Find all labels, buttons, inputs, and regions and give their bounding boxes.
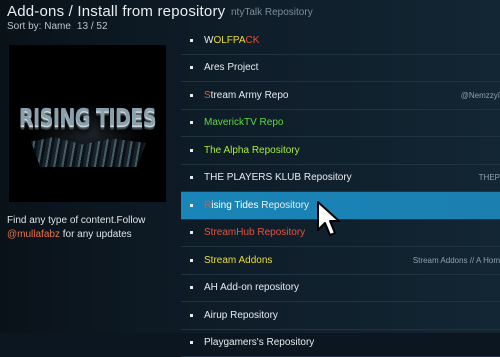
list-item-label: WOLFPACK xyxy=(204,35,259,46)
list-item-label: Stream Addons xyxy=(204,255,272,266)
list-item-ah-addon[interactable]: AH Add-on repository xyxy=(181,275,500,303)
list-item-label: THE PLAYERS KLUB Repository xyxy=(204,172,352,183)
author-handle: @mullafabz xyxy=(7,229,60,240)
bullet-icon xyxy=(190,259,193,262)
sort-label[interactable]: Sort by: Name xyxy=(7,21,71,32)
bullet-icon xyxy=(190,94,193,97)
list-item-label: MaverickTV Repo xyxy=(204,117,283,128)
description-line2: for any updates xyxy=(60,229,132,240)
list-item-label: Ares Project xyxy=(204,62,258,73)
bullet-icon xyxy=(190,121,193,124)
bullet-icon xyxy=(190,286,193,289)
description-line1: Find any type of content.Follow xyxy=(7,215,145,226)
list-item-playgamers[interactable]: Playgamers's Repository xyxy=(181,330,500,357)
list-item-extra: @Nemzzyï xyxy=(461,91,500,100)
list-item-ares-project[interactable]: Ares Project xyxy=(181,55,500,83)
bullet-icon xyxy=(190,66,193,69)
bullet-icon xyxy=(190,341,193,344)
list-item-label: Airup Repository xyxy=(204,310,278,321)
page-title: Add-ons / Install from repository xyxy=(7,3,225,20)
repository-list: WOLFPACK Ares Project Stream Army Repo @… xyxy=(181,27,500,357)
list-item-extra: THEP xyxy=(479,173,500,182)
item-count: 13 / 52 xyxy=(77,21,108,32)
mouse-pointer-icon xyxy=(316,200,342,238)
list-item-label: Stream Army Repo xyxy=(204,90,288,101)
bullet-icon xyxy=(190,314,193,317)
list-item-label: StreamHub Repository xyxy=(204,227,305,238)
list-item-airup[interactable]: Airup Repository xyxy=(181,302,500,330)
list-item-extra: Stream Addons // A Hom xyxy=(413,256,500,265)
list-item-stream-army[interactable]: Stream Army Repo @Nemzzyï xyxy=(181,82,500,110)
list-item-label: Rising Tides Repository xyxy=(204,200,309,211)
list-item-alpha[interactable]: The Alpha Repository xyxy=(181,137,500,165)
bullet-icon xyxy=(190,176,193,179)
list-item-label: Playgamers's Repository xyxy=(204,337,314,348)
bullet-icon xyxy=(190,204,193,207)
list-item-label: The Alpha Repository xyxy=(204,145,300,156)
list-item-label: AH Add-on repository xyxy=(204,282,299,293)
ghost-list-item: ntyTalk Repository xyxy=(231,7,313,18)
addon-description: Find any type of content.Follow @mullafa… xyxy=(7,214,177,242)
list-item-mavericktv[interactable]: MaverickTV Repo xyxy=(181,110,500,138)
rising-tides-logo: RISING TIDES xyxy=(9,104,166,132)
bullet-icon xyxy=(190,39,193,42)
list-item-players-klub[interactable]: THE PLAYERS KLUB Repository THEP xyxy=(181,165,500,193)
list-item-stream-addons[interactable]: Stream Addons Stream Addons // A Hom xyxy=(181,247,500,275)
list-item-wolfpack[interactable]: WOLFPACK xyxy=(181,27,500,55)
addon-fanart: RISING TIDES xyxy=(9,45,166,202)
bullet-icon xyxy=(190,149,193,152)
bullet-icon xyxy=(190,231,193,234)
